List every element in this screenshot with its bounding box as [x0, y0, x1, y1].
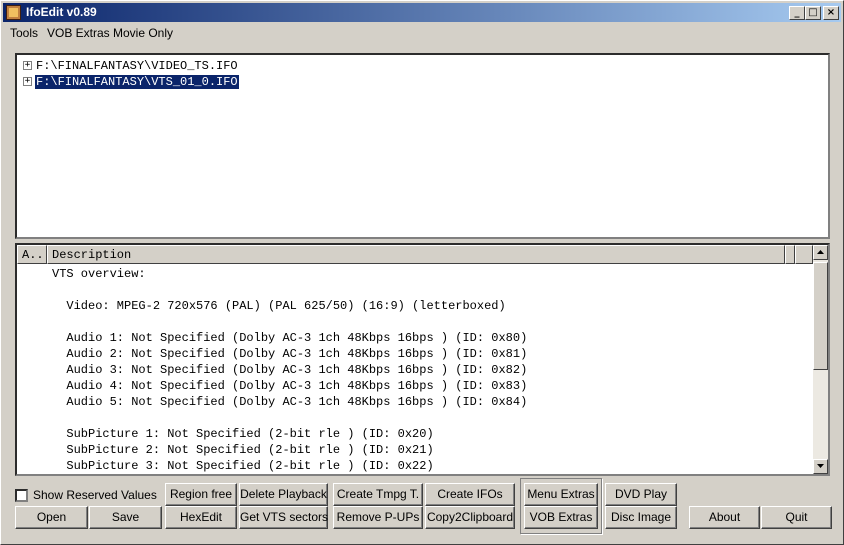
- show-reserved-label[interactable]: Show Reserved Values: [33, 488, 157, 502]
- about-button[interactable]: About: [689, 506, 760, 529]
- column-header-a[interactable]: A..: [17, 245, 47, 264]
- tree-node-video-ts[interactable]: + F:\FINALFANTASY\VIDEO_TS.IFO: [23, 59, 239, 74]
- list-item: Audio 4: Not Specified (Dolby AC-3 1ch 4…: [52, 379, 528, 393]
- list-item: Audio 3: Not Specified (Dolby AC-3 1ch 4…: [52, 363, 528, 377]
- list-item: SubPicture 1: Not Specified (2-bit rle )…: [52, 427, 434, 441]
- minimize-button[interactable]: _: [789, 6, 805, 20]
- menu-bar: Tools VOB Extras Movie Only: [3, 23, 841, 43]
- tree-node-vts-01[interactable]: + F:\FINALFANTASY\VTS_01_0.IFO: [23, 74, 240, 90]
- ifo-file-tree[interactable]: + F:\FINALFANTASY\VIDEO_TS.IFO + F:\FINALF…: [15, 53, 830, 239]
- window-title: IfoEdit v0.89: [26, 5, 97, 19]
- list-item: SubPicture 3: Not Specified (2-bit rle )…: [52, 459, 434, 473]
- close-button[interactable]: ×: [823, 6, 839, 20]
- menu-movie-only[interactable]: Movie Only: [113, 26, 173, 40]
- delete-playback-button[interactable]: Delete Playback: [239, 483, 328, 506]
- description-list[interactable]: A.. Description VTS overview: Video: MPE…: [15, 243, 830, 476]
- scrollbar-thumb[interactable]: [813, 262, 828, 370]
- title-bar[interactable]: IfoEdit v0.89 _ □ ×: [3, 3, 841, 22]
- disc-image-button[interactable]: Disc Image: [605, 506, 677, 529]
- column-header-description[interactable]: Description: [47, 245, 785, 264]
- menu-vob-extras[interactable]: VOB Extras: [47, 26, 110, 40]
- list-item: SubPicture 2: Not Specified (2-bit rle )…: [52, 443, 434, 457]
- list-item: VTS overview:: [52, 267, 146, 281]
- get-vts-sectors-button[interactable]: Get VTS sectors: [239, 506, 328, 529]
- maximize-button[interactable]: □: [805, 6, 821, 20]
- remove-pups-button[interactable]: Remove P-UPs: [333, 506, 423, 529]
- column-header-spacer[interactable]: [785, 245, 795, 264]
- show-reserved-checkbox[interactable]: [15, 489, 28, 502]
- list-item: Audio 1: Not Specified (Dolby AC-3 1ch 4…: [52, 331, 528, 345]
- save-button[interactable]: Save: [89, 506, 162, 529]
- hexedit-button[interactable]: HexEdit: [165, 506, 237, 529]
- dvd-play-button[interactable]: DVD Play: [605, 483, 677, 506]
- menu-extras-button[interactable]: Menu Extras: [524, 483, 598, 506]
- quit-button[interactable]: Quit: [761, 506, 832, 529]
- tree-expander-icon[interactable]: +: [23, 77, 32, 87]
- list-header: A.. Description: [17, 245, 813, 264]
- scroll-down-arrow-icon[interactable]: [813, 459, 828, 474]
- create-tmpg-button[interactable]: Create Tmpg T.: [333, 483, 423, 506]
- vertical-scrollbar[interactable]: [813, 245, 828, 474]
- ifoedit-app-icon[interactable]: [6, 5, 21, 20]
- tree-node-label[interactable]: F:\FINALFANTASY\VTS_01_0.IFO: [34, 74, 240, 90]
- region-free-button[interactable]: Region free: [165, 483, 237, 506]
- open-button[interactable]: Open: [15, 506, 88, 529]
- menu-tools[interactable]: Tools: [10, 26, 38, 40]
- list-body: VTS overview: Video: MPEG-2 720x576 (PAL…: [17, 264, 813, 474]
- ifoedit-window: IfoEdit v0.89 _ □ × Tools VOB Extras Mov…: [0, 0, 844, 545]
- list-item: Video: MPEG-2 720x576 (PAL) (PAL 625/50)…: [52, 299, 506, 313]
- vob-extras-button[interactable]: VOB Extras: [524, 506, 598, 529]
- copy2clipboard-button[interactable]: Copy2Clipboard: [425, 506, 515, 529]
- scroll-up-arrow-icon[interactable]: [813, 245, 828, 260]
- tree-expander-icon[interactable]: +: [23, 61, 32, 71]
- list-item: Audio 5: Not Specified (Dolby AC-3 1ch 4…: [52, 395, 528, 409]
- create-ifos-button[interactable]: Create IFOs: [425, 483, 515, 506]
- list-item: Audio 2: Not Specified (Dolby AC-3 1ch 4…: [52, 347, 528, 361]
- tree-node-label[interactable]: F:\FINALFANTASY\VIDEO_TS.IFO: [35, 59, 239, 73]
- column-header-spacer[interactable]: [795, 245, 813, 264]
